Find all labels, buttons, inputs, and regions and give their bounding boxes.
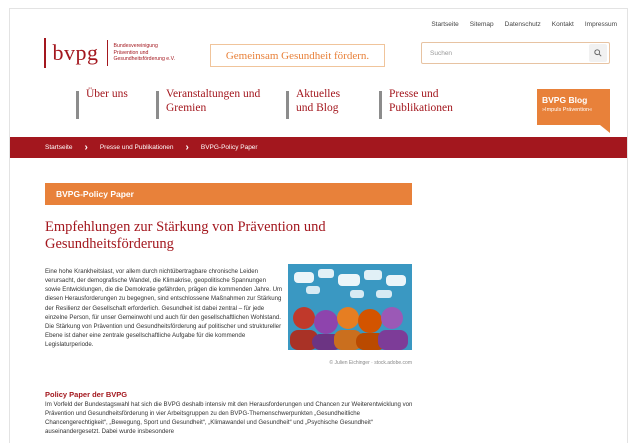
image-caption: © Julien Eichinger · stock.adobe.com [329, 360, 412, 366]
site-logo[interactable]: bvpg Bundesvereinigung Prävention und Ge… [44, 38, 192, 68]
nav-item-aktuelles[interactable]: Aktuelles und Blog [286, 88, 359, 119]
breadcrumb: Startseite › Presse und Publikationen › … [10, 137, 627, 158]
breadcrumb-item[interactable]: Presse und Publikationen [100, 144, 174, 151]
nav-item-veranstaltungen[interactable]: Veranstaltungen und Gremien [156, 88, 266, 119]
intro-paragraph: Eine hohe Krankheitslast, vor allem durc… [45, 268, 283, 349]
breadcrumb-current: BVPG-Policy Paper [200, 144, 258, 151]
people-speech-bubbles-illustration [288, 264, 412, 350]
blog-button-title: BVPG Blog [542, 95, 588, 105]
main-nav: Über uns Veranstaltungen und Gremien Akt… [76, 88, 499, 119]
search-button[interactable] [589, 44, 607, 62]
nav-divider [76, 91, 79, 119]
blog-button[interactable]: BVPG Blog »Impuls Prävention« [537, 89, 610, 125]
blog-button-subtitle: »Impuls Prävention« [542, 107, 593, 113]
search-box [421, 42, 610, 64]
chevron-right-icon: › [185, 142, 189, 153]
toplink-datenschutz[interactable]: Datenschutz [505, 21, 541, 28]
toplink-kontakt[interactable]: Kontakt [552, 21, 574, 28]
logo-subtitle: Bundesvereinigung Prävention und Gesundh… [114, 43, 192, 63]
logo-divider [44, 38, 46, 68]
page-title: Empfehlungen zur Stärkung von Prävention… [45, 219, 326, 253]
body-paragraph: Im Vorfeld der Bundestagswahl hat sich d… [45, 401, 413, 436]
chevron-right-icon: › [84, 142, 88, 153]
logo-wordmark: bvpg [52, 40, 99, 65]
nav-divider [156, 91, 159, 119]
blog-button-tail [600, 125, 610, 133]
nav-label: Veranstaltungen und Gremien [166, 88, 261, 114]
section-title: BVPG-Policy Paper [45, 183, 412, 205]
nav-divider [379, 91, 382, 119]
page: Startseite Sitemap Datenschutz Kontakt I… [9, 8, 628, 443]
toplink-impressum[interactable]: Impressum [585, 21, 617, 28]
nav-label: Über uns [86, 88, 128, 100]
nav-divider [286, 91, 289, 119]
nav-label: Aktuelles und Blog [296, 88, 341, 114]
nav-item-ueber-uns[interactable]: Über uns [76, 88, 136, 119]
toplink-startseite[interactable]: Startseite [431, 21, 458, 28]
search-icon [594, 49, 602, 57]
article-image [288, 264, 412, 350]
logo-divider [106, 40, 108, 66]
logo-sub-line: Gesundheitsförderung e.V. [113, 56, 176, 63]
nav-label: Presse und Publikationen [389, 88, 453, 114]
nav-item-presse[interactable]: Presse und Publikationen [379, 88, 479, 119]
top-links: Startseite Sitemap Datenschutz Kontakt I… [431, 21, 617, 28]
search-input[interactable] [422, 49, 589, 57]
toplink-sitemap[interactable]: Sitemap [470, 21, 494, 28]
subheading: Policy Paper der BVPG [45, 390, 128, 399]
breadcrumb-item[interactable]: Startseite [45, 144, 72, 151]
slogan-banner: Gemeinsam Gesundheit fördern. [210, 44, 385, 67]
